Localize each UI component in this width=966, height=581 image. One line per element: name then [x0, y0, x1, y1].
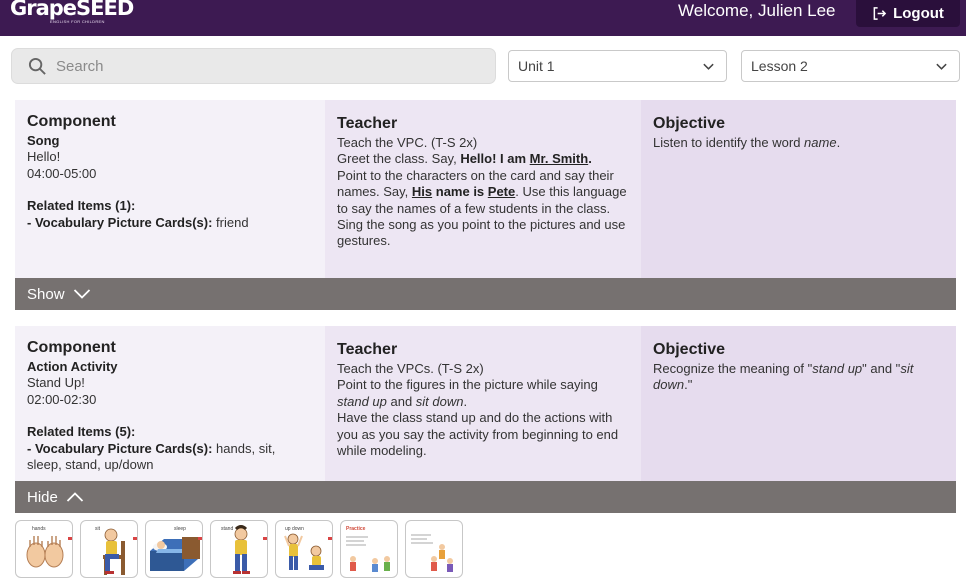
- teacher-instruction: Point to the characters on the card and …: [337, 167, 627, 216]
- teacher-instruction: Greet the class. Say, Hello! I am Mr. Sm…: [337, 151, 592, 167]
- teacher-instruction: Teach the VPCs. (T-S 2x): [337, 361, 484, 376]
- activity-card-icon: [411, 534, 453, 572]
- component-heading: Component: [27, 339, 116, 356]
- teacher-column: Teacher Teach the VPC. (T-S 2x) Greet th…: [325, 100, 641, 278]
- teacher-instruction: Have the class stand up and do the actio…: [337, 410, 619, 459]
- objective-text: Recognize the meaning of "stand up" and …: [653, 361, 914, 393]
- teacher-instruction: Sing the song as you point to the pictur…: [337, 217, 626, 249]
- component-name: Stand Up!: [27, 375, 85, 391]
- activity-card-2[interactable]: [405, 520, 463, 578]
- card-label: up down: [285, 526, 304, 532]
- card-label: stand: [221, 526, 234, 532]
- vocabulary-card-sleep[interactable]: sleep: [145, 520, 203, 578]
- component-type: Song: [27, 133, 60, 148]
- component-column: Component Song Hello! 04:00-05:00 Relate…: [15, 100, 325, 278]
- show-details-toggle[interactable]: Show: [15, 278, 956, 310]
- toggle-label: Show: [27, 285, 65, 303]
- logout-button[interactable]: Logout: [856, 0, 960, 27]
- lesson-component-card-song: Component Song Hello! 04:00-05:00 Relate…: [15, 100, 956, 310]
- related-items-heading: Related Items (1):: [27, 198, 136, 214]
- teacher-instruction: Teach the VPC. (T-S 2x): [337, 135, 478, 150]
- objective-column: Objective Recognize the meaning of "stan…: [641, 326, 956, 481]
- hide-details-toggle[interactable]: Hide: [15, 481, 956, 513]
- welcome-message: Welcome, Julien Lee: [678, 1, 836, 20]
- logo-text: GrapeSEED: [10, 0, 134, 20]
- stand-card-icon: [233, 525, 250, 574]
- component-name: Hello!: [27, 149, 61, 165]
- component-time: 02:00-02:30: [27, 391, 97, 407]
- chevron-down-icon: [703, 63, 714, 70]
- related-items-thumbnails: hands sit sleep stand up down Practice: [15, 520, 463, 578]
- component-type: Action Activity: [27, 359, 118, 374]
- chevron-down-icon: [936, 63, 947, 70]
- component-column: Component Action Activity Stand Up! 02:0…: [15, 326, 325, 481]
- card-label: hands: [32, 526, 46, 532]
- teacher-instruction: Point to the figures in the picture whil…: [337, 377, 598, 409]
- component-heading: Component: [27, 113, 116, 130]
- top-navigation-bar: GrapeSEED ENGLISH FOR CHILDREN Welcome, …: [0, 0, 966, 36]
- objective-column: Objective Listen to identify the word na…: [641, 100, 956, 278]
- search-icon: [28, 57, 46, 75]
- card-label: Practice: [346, 526, 366, 532]
- lesson-component-card-action-activity: Component Action Activity Stand Up! 02:0…: [15, 326, 956, 513]
- search-input[interactable]: [56, 57, 456, 75]
- objective-heading: Objective: [653, 341, 726, 358]
- toggle-label: Hide: [27, 488, 58, 506]
- component-time: 04:00-05:00: [27, 165, 97, 181]
- vocabulary-card-sit[interactable]: sit: [80, 520, 138, 578]
- lesson-select-value: Lesson 2: [751, 58, 808, 74]
- teacher-heading: Teacher: [337, 115, 398, 132]
- card-label: sleep: [174, 526, 186, 532]
- objective-text: Listen to identify the word name.: [653, 135, 841, 150]
- logout-icon: [873, 7, 887, 20]
- unit-select[interactable]: Unit 1: [508, 50, 727, 82]
- related-items: - Vocabulary Picture Cards(s): hands, si…: [27, 440, 276, 473]
- logout-label: Logout: [893, 5, 944, 22]
- sit-card-icon: [103, 528, 125, 575]
- grapeseed-logo[interactable]: GrapeSEED ENGLISH FOR CHILDREN: [10, 0, 134, 30]
- unit-select-value: Unit 1: [518, 58, 555, 74]
- related-items: - Vocabulary Picture Cards(s): friend: [27, 214, 249, 230]
- related-items-heading: Related Items (5):: [27, 424, 136, 440]
- teacher-heading: Teacher: [337, 341, 398, 358]
- activity-card-1[interactable]: Practice: [340, 520, 398, 578]
- chevron-down-icon: [73, 289, 90, 299]
- lesson-select[interactable]: Lesson 2: [741, 50, 960, 82]
- vocabulary-card-hands[interactable]: hands: [15, 520, 73, 578]
- objective-heading: Objective: [653, 115, 726, 132]
- vocabulary-card-up-down[interactable]: up down: [275, 520, 333, 578]
- logo-tagline: ENGLISH FOR CHILDREN: [50, 19, 105, 24]
- card-label: sit: [95, 526, 100, 532]
- chevron-up-icon: [66, 492, 83, 502]
- teacher-column: Teacher Teach the VPCs. (T-S 2x) Point t…: [325, 326, 641, 481]
- search-box[interactable]: [11, 48, 496, 84]
- vocabulary-card-stand[interactable]: stand: [210, 520, 268, 578]
